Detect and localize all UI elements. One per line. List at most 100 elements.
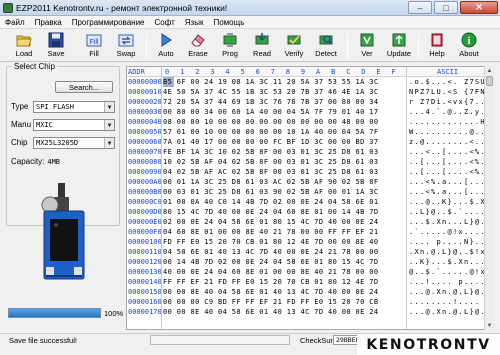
row-ascii[interactable]: r Z7Di.<vx{7...4 bbox=[409, 97, 492, 107]
row-bytes[interactable]: 01 00 0A 40 C0 14 4B 7D 02 00 0E 24 04 5… bbox=[163, 197, 378, 207]
row-bytes[interactable]: 7A 01 40 17 00 00 00 00 FC BF 1D 3C 00 0… bbox=[163, 137, 378, 147]
minimize-button[interactable]: – bbox=[408, 1, 432, 14]
row-ascii[interactable]: ...<..[....<%.a. bbox=[409, 147, 492, 157]
row-ascii[interactable]: ...@.Xn.@.L}@..$ bbox=[409, 307, 492, 317]
hex-row[interactable]: 00000060 7A 01 40 17 00 00 00 00 FC BF 1D… bbox=[127, 137, 492, 147]
row-bytes[interactable]: 00 00 00 C9 BD FF FF EF 21 FD FF E0 15 2… bbox=[163, 297, 378, 307]
row-bytes[interactable]: 04 02 5B AF AC 02 5B 8F 00 03 01 3C 25 D… bbox=[163, 167, 378, 177]
close-button[interactable]: ✕ bbox=[460, 1, 498, 14]
row-bytes[interactable]: 00 03 01 3C 25 D8 61 03 90 02 5B AF 00 0… bbox=[163, 187, 378, 197]
row-bytes[interactable]: 72 20 5A 37 44 69 1B 3C 76 78 7B 37 00 8… bbox=[163, 97, 378, 107]
row-ascii[interactable]: @..$.`.....@!x.. bbox=[409, 267, 492, 277]
hex-row[interactable]: 00000110 04 58 6E 01 40 13 4C 7D 40 00 0E… bbox=[127, 247, 492, 257]
read-button[interactable]: Read bbox=[246, 31, 278, 60]
auto-button[interactable]: Auto bbox=[150, 31, 182, 60]
row-ascii[interactable]: ........!.... p. bbox=[409, 297, 492, 307]
row-ascii[interactable]: ...!.... p....N} bbox=[409, 277, 492, 287]
hex-row[interactable]: 00000090 04 02 5B AF AC 02 5B 8F 00 03 01… bbox=[127, 167, 492, 177]
row-ascii[interactable]: ...@.Xn.@.L}@..$ bbox=[409, 287, 492, 297]
row-ascii[interactable]: .............H.. bbox=[409, 117, 492, 127]
row-bytes[interactable]: 00 80 00 34 00 60 1A 40 00 04 5A 7F 79 0… bbox=[163, 107, 378, 117]
row-ascii[interactable]: ...<%.a...[....< bbox=[409, 187, 492, 197]
row-ascii[interactable]: W..........@..Z. bbox=[409, 127, 492, 137]
hex-row[interactable]: 00000070 FE BF 1A 3C 10 02 5B 8F 00 03 01… bbox=[127, 147, 492, 157]
row-ascii[interactable]: ..[...[....<%.a. bbox=[409, 167, 492, 177]
row-bytes[interactable]: 80 15 4C 7D 40 00 0E 24 04 60 8E 01 00 1… bbox=[163, 207, 378, 217]
row-ascii[interactable]: .o.$...<. Z7SU.< bbox=[409, 77, 492, 87]
hex-row[interactable]: 000000B0 00 03 01 3C 25 D8 61 03 90 02 5B… bbox=[127, 187, 492, 197]
hex-row[interactable]: 00000020 72 20 5A 37 44 69 1B 3C 76 78 7B… bbox=[127, 97, 492, 107]
detect-button[interactable]: Detect bbox=[310, 31, 342, 60]
row-bytes[interactable]: B5 6F 00 24 19 08 1A 3C 11 20 5A 37 53 5… bbox=[163, 77, 378, 87]
hex-row[interactable]: 00000140 FF FF EF 21 FD FF E0 15 20 70 CB… bbox=[127, 277, 492, 287]
help-button[interactable]: Help bbox=[421, 31, 453, 60]
type-select[interactable]: SPI FLASH ▼ bbox=[33, 101, 115, 113]
menu-software[interactable]: Софт bbox=[149, 18, 179, 27]
row-bytes[interactable]: 57 01 00 10 00 00 00 00 00 10 1A 40 00 0… bbox=[163, 127, 378, 137]
row-bytes[interactable]: 00 14 4B 7D 02 00 0E 24 04 58 6E 01 80 1… bbox=[163, 257, 378, 267]
manufacturer-select[interactable]: MXIC ▼ bbox=[33, 119, 115, 131]
row-bytes[interactable]: 04 60 8E 01 00 00 8E 40 21 78 00 00 FF F… bbox=[163, 227, 378, 237]
row-bytes[interactable]: FF FF EF 21 FD FF E0 15 20 70 CB 01 80 1… bbox=[163, 277, 378, 287]
row-ascii[interactable]: NPZ7LU.<S {7FN.< bbox=[409, 87, 492, 97]
scroll-down-arrow-icon[interactable]: ▼ bbox=[485, 321, 494, 330]
row-bytes[interactable]: FD FF E0 15 20 70 CB 01 80 12 4E 7D 00 0… bbox=[163, 237, 378, 247]
hex-row[interactable]: 00000130 40 00 0E 24 04 60 8E 01 00 00 8E… bbox=[127, 267, 492, 277]
vertical-scrollbar[interactable]: ▲ ▼ bbox=[484, 66, 494, 330]
row-ascii[interactable]: ...@..K}...$.Xn. bbox=[409, 197, 492, 207]
row-ascii[interactable]: ...4.`.@..Z.y.@. bbox=[409, 107, 492, 117]
hex-row[interactable]: 000000C0 01 00 0A 40 C0 14 4B 7D 02 00 0E… bbox=[127, 197, 492, 207]
row-ascii[interactable]: ..L}@..$.`....K} bbox=[409, 207, 492, 217]
row-bytes[interactable]: 04 58 6E 01 40 13 4C 7D 40 00 0E 24 21 7… bbox=[163, 247, 378, 257]
row-bytes[interactable]: 40 00 0E 24 04 60 8E 01 00 00 8E 40 21 7… bbox=[163, 267, 378, 277]
row-ascii[interactable]: ..[...[....<%.a. bbox=[409, 157, 492, 167]
prog-button[interactable]: Prog bbox=[214, 31, 246, 60]
menu-edit[interactable]: Правка bbox=[30, 18, 67, 27]
scroll-up-arrow-icon[interactable]: ▲ bbox=[485, 66, 494, 75]
row-ascii[interactable]: ...$.Xn...L}@..$ bbox=[409, 217, 492, 227]
hex-row[interactable]: 00000040 08 00 80 10 00 00 00 00 00 00 00… bbox=[127, 117, 492, 127]
swap-button[interactable]: Swap bbox=[110, 31, 142, 60]
hex-row[interactable]: 00000010 4E 50 5A 37 4C 55 1B 3C 53 20 7B… bbox=[127, 87, 492, 97]
menu-help[interactable]: Помощь bbox=[208, 18, 249, 27]
row-ascii[interactable]: z.@........<...7 bbox=[409, 137, 492, 147]
row-ascii[interactable]: ..K}...$.Xn...L} bbox=[409, 257, 492, 267]
menu-file[interactable]: Файл bbox=[0, 18, 30, 27]
fill-button[interactable]: Fill Fill bbox=[78, 31, 110, 60]
hex-row[interactable]: 00000170 00 00 8E 40 04 58 6E 01 40 13 4C… bbox=[127, 307, 492, 317]
hex-row[interactable]: 00000080 10 02 5B AF 04 02 5B 8F 00 03 01… bbox=[127, 157, 492, 167]
hex-row[interactable]: 000000D0 80 15 4C 7D 40 00 0E 24 04 60 8E… bbox=[127, 207, 492, 217]
hex-row[interactable]: 00000050 57 01 00 10 00 00 00 00 00 10 1A… bbox=[127, 127, 492, 137]
row-ascii[interactable]: .Xn.@.L}@..$!x.. bbox=[409, 247, 492, 257]
row-bytes[interactable]: 08 00 80 10 00 00 00 00 00 00 00 00 00 4… bbox=[163, 117, 378, 127]
row-ascii[interactable]: ...<%.a...[...[. bbox=[409, 177, 492, 187]
about-button[interactable]: i About bbox=[453, 31, 485, 60]
erase-button[interactable]: Erase bbox=[182, 31, 214, 60]
save-button[interactable]: Save bbox=[40, 31, 72, 60]
row-bytes[interactable]: 4E 50 5A 37 4C 55 1B 3C 53 20 7B 37 46 4… bbox=[163, 87, 378, 97]
hex-row[interactable]: 00000120 00 14 4B 7D 02 00 0E 24 04 58 6E… bbox=[127, 257, 492, 267]
menu-programming[interactable]: Программирование bbox=[67, 18, 150, 27]
row-bytes[interactable]: FE BF 1A 3C 10 02 5B 8F 00 03 01 3C 25 D… bbox=[163, 147, 378, 157]
ver-button[interactable]: Ver bbox=[351, 31, 383, 60]
hex-row[interactable]: 00000030 00 80 00 34 00 60 1A 40 00 04 5A… bbox=[127, 107, 492, 117]
row-bytes[interactable]: 00 00 8E 40 04 58 6E 01 40 13 4C 7D 40 0… bbox=[163, 307, 378, 317]
hex-editor[interactable]: ADDR 0 1 2 3 4 5 6 7 8 9 A B C D E F ASCII 00000000 B5 6F … bbox=[126, 66, 493, 330]
hex-row[interactable]: 000000A0 00 01 1A 3C 25 D8 61 03 AC 02 5B… bbox=[127, 177, 492, 187]
hex-row[interactable]: 00000160 00 00 00 C9 BD FF FF EF 21 FD FF… bbox=[127, 297, 492, 307]
update-button[interactable]: Update bbox=[383, 31, 415, 60]
row-bytes[interactable]: 00 00 8E 40 04 58 6E 01 40 13 4C 7D 40 0… bbox=[163, 287, 378, 297]
row-bytes[interactable]: 10 02 5B AF 04 02 5B 8F 00 03 01 3C 25 D… bbox=[163, 157, 378, 167]
hex-row[interactable]: 00000000 B5 6F 00 24 19 08 1A 3C 11 20 5A… bbox=[127, 77, 492, 87]
scrollbar-thumb[interactable] bbox=[486, 76, 493, 86]
hex-row[interactable]: 00000100 FD FF E0 15 20 70 CB 01 80 12 4E… bbox=[127, 237, 492, 247]
maximize-button[interactable]: □ bbox=[434, 1, 458, 14]
search-chip-button[interactable]: Search... bbox=[55, 81, 113, 93]
load-button[interactable]: Load bbox=[8, 31, 40, 60]
row-ascii[interactable]: .`.....@!x.....! bbox=[409, 227, 492, 237]
hex-row[interactable]: 000000F0 04 60 8E 01 00 00 8E 40 21 78 00… bbox=[127, 227, 492, 237]
hex-row[interactable]: 000000E0 02 00 0E 24 04 58 6E 01 80 15 4C… bbox=[127, 217, 492, 227]
chip-select[interactable]: MX25L3205D ▼ bbox=[33, 137, 115, 149]
row-bytes[interactable]: 00 01 1A 3C 25 D8 61 03 AC 02 5B AF 90 0… bbox=[163, 177, 378, 187]
row-bytes[interactable]: 02 00 0E 24 04 58 6E 01 80 15 4C 7D 40 0… bbox=[163, 217, 378, 227]
